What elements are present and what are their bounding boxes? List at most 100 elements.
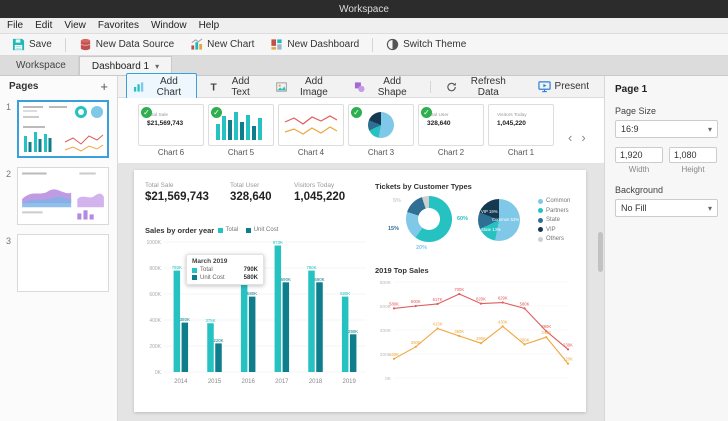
switch-theme-button[interactable]: Switch Theme <box>379 36 473 53</box>
height-input[interactable] <box>669 147 717 163</box>
legend-item-state[interactable]: State <box>538 217 570 223</box>
menu-view[interactable]: View <box>64 20 86 31</box>
add-text-button[interactable]: T Add Text <box>201 73 266 101</box>
width-input[interactable] <box>615 147 663 163</box>
kpi-total-user[interactable]: Total User 328,640 <box>230 182 272 203</box>
strip-next-button[interactable]: › <box>581 130 585 145</box>
menu-favorites[interactable]: Favorites <box>98 20 139 31</box>
menu-help[interactable]: Help <box>199 20 220 31</box>
refresh-data-button[interactable]: Refresh Data <box>439 73 523 101</box>
page-size-select[interactable]: 16:9 ▾ <box>615 120 718 138</box>
svg-text:380K: 380K <box>180 317 190 322</box>
legend-item-common[interactable]: Common <box>538 198 570 204</box>
strip-prev-button[interactable]: ‹ <box>568 130 572 145</box>
page-thumbnail-1[interactable] <box>17 100 109 158</box>
chart-2-kpi-value: 328,640 <box>427 120 451 127</box>
preview-scrollbar[interactable] <box>598 168 603 415</box>
tab-workspace[interactable]: Workspace <box>4 56 79 75</box>
menu-file[interactable]: File <box>7 20 23 31</box>
bar-legend-total[interactable]: Total <box>218 227 238 233</box>
add-image-button[interactable]: Add Image <box>269 73 343 101</box>
kpi-total-sale[interactable]: Total Sale $21,569,743 <box>145 182 209 203</box>
tooltip-series-name: Unit Cost <box>200 274 225 281</box>
svg-text:690K: 690K <box>281 277 291 282</box>
add-page-button[interactable]: + <box>100 80 108 93</box>
page-size-value: 16:9 <box>621 124 639 134</box>
pages-panel: Pages + 1 2 3 <box>0 76 118 421</box>
save-button[interactable]: Save <box>5 36 59 53</box>
chart-5-thumbnail[interactable]: ✓ <box>208 104 274 146</box>
add-text-icon: T <box>210 82 217 92</box>
add-chart-button[interactable]: Add Chart <box>126 72 197 101</box>
menu-window[interactable]: Window <box>151 20 187 31</box>
scrollbar-thumb[interactable] <box>598 232 603 272</box>
dashboard-page-canvas[interactable]: Total Sale $21,569,743 Total User 328,64… <box>134 170 586 412</box>
workspace-app: Workspace File Edit View Favorites Windo… <box>0 0 728 421</box>
svg-text:400K: 400K <box>149 318 161 324</box>
svg-text:600K: 600K <box>149 292 161 298</box>
legend-item-partners[interactable]: Partners <box>538 208 570 214</box>
svg-text:430K: 430K <box>498 319 508 324</box>
kpi-visitors-today[interactable]: Visitors Today 1,045,220 <box>294 182 345 203</box>
present-icon <box>537 81 551 93</box>
save-icon <box>12 38 25 51</box>
svg-text:780K: 780K <box>172 265 182 270</box>
svg-text:1000K: 1000K <box>147 240 162 246</box>
donut-percent-label: 5% <box>393 198 401 204</box>
present-button[interactable]: Present <box>531 77 596 96</box>
kpi-value: 328,640 <box>230 191 272 203</box>
sales-legend: Total Unit Cost <box>218 227 278 233</box>
add-shape-button[interactable]: Add Shape <box>347 73 422 101</box>
background-value: No Fill <box>621 203 647 213</box>
tab-dropdown-caret-icon[interactable]: ▾ <box>155 62 159 71</box>
chart-4-thumbnail[interactable]: ✓ <box>278 104 344 146</box>
top-sales-line-chart[interactable]: 0K 200K 400K 600K 800K 580K 600K 617K 700K 620K 62… <box>372 272 578 389</box>
new-dashboard-button[interactable]: New Dashboard <box>263 36 366 53</box>
page-size-label: Page Size <box>615 106 657 116</box>
legend-label: State <box>546 217 561 223</box>
page-thumbnail-3[interactable] <box>17 234 109 292</box>
tab-workspace-label: Workspace <box>16 60 66 71</box>
chart-6-thumbnail[interactable]: ✓ Total Sale $21,569,743 <box>138 104 204 146</box>
chart-1-kpi-label: Visitors Today <box>497 113 527 118</box>
chevron-down-icon: ▾ <box>707 203 712 213</box>
toolbar-separator <box>372 37 374 52</box>
kpi-label: Visitors Today <box>294 182 335 189</box>
svg-text:617K: 617K <box>433 297 443 302</box>
svg-text:220K: 220K <box>213 338 223 343</box>
page-thumbnail-2[interactable] <box>17 167 109 225</box>
svg-text:780K: 780K <box>306 265 316 270</box>
legend-dot-icon <box>538 198 543 204</box>
svg-text:690K: 690K <box>314 277 324 282</box>
chart-5-label: Chart 5 <box>227 148 255 157</box>
chart-2-label: Chart 2 <box>437 148 465 157</box>
legend-label: Partners <box>546 207 569 214</box>
refresh-data-label: Refresh Data <box>470 75 506 98</box>
chart-3-thumbnail[interactable]: ✓ <box>348 104 414 146</box>
window-titlebar[interactable]: Workspace <box>0 0 728 18</box>
svg-text:700K: 700K <box>454 287 464 292</box>
background-select[interactable]: No Fill ▾ <box>615 199 718 217</box>
new-chart-button[interactable]: New Chart <box>183 36 261 53</box>
menu-edit[interactable]: Edit <box>35 20 52 31</box>
new-data-source-button[interactable]: New Data Source <box>72 36 181 53</box>
legend-item-vip[interactable]: VIP <box>538 227 570 233</box>
page-number-2: 2 <box>5 169 11 179</box>
svg-text:973K: 973K <box>273 240 283 245</box>
svg-text:260K: 260K <box>411 340 421 345</box>
check-icon: ✓ <box>141 107 152 118</box>
chart-6-kpi-value: $21,569,743 <box>147 120 184 127</box>
check-icon: ✓ <box>351 107 362 118</box>
add-image-icon <box>276 81 288 92</box>
properties-title: Page 1 <box>615 84 648 95</box>
svg-text:2019: 2019 <box>342 379 356 385</box>
bar-legend-unit-cost[interactable]: Unit Cost <box>246 227 278 233</box>
tickets-donut-chart[interactable] <box>406 196 452 242</box>
dashboard-icon <box>271 39 283 50</box>
add-chart-label: Add Chart <box>156 75 182 98</box>
chart-2-thumbnail[interactable]: ✓ Total User 328,640 <box>418 104 484 146</box>
legend-label: Others <box>546 236 565 242</box>
chart-1-thumbnail[interactable]: ✓ Visitors Today 1,045,220 <box>488 104 554 146</box>
height-label: Height <box>681 165 705 174</box>
legend-item-others[interactable]: Others <box>538 236 570 242</box>
